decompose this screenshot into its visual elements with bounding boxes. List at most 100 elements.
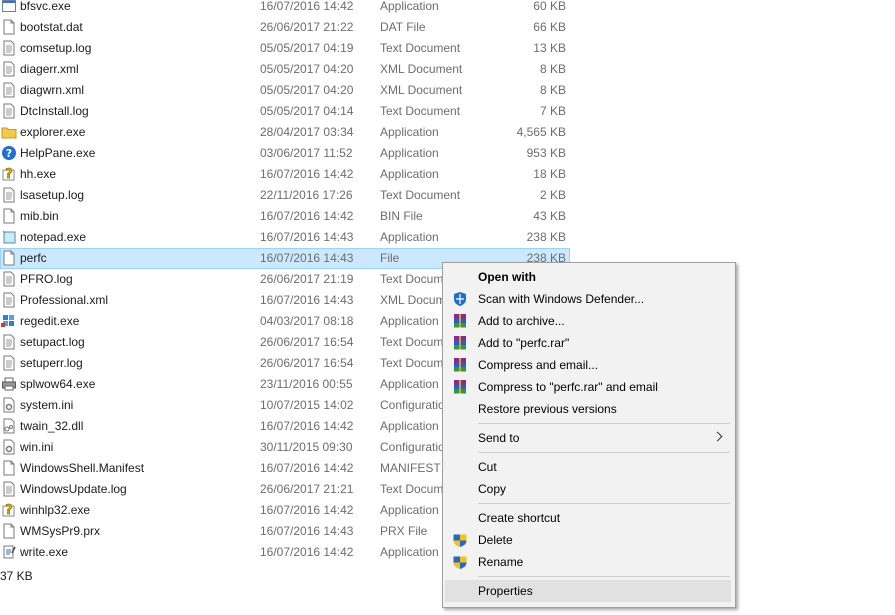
menu-separator (478, 423, 730, 424)
file-row[interactable]: ? HelpPane.exe 03/06/2017 11:52 Application… (0, 143, 570, 164)
winrar-icon (452, 335, 468, 351)
regedit-icon (1, 313, 17, 329)
file-date: 03/06/2017 11:52 (260, 146, 353, 160)
file-date: 16/07/2016 14:42 (260, 0, 354, 13)
text-icon (1, 61, 17, 77)
file-date: 10/07/2015 14:02 (260, 398, 354, 412)
context-menu: Open with Scan with Windows Defender... Ad… (442, 262, 736, 608)
file-row[interactable]: bfsvc.exe 16/07/2016 14:42 Application 60 K… (0, 0, 570, 17)
status-size: 37 KB (0, 569, 33, 583)
file-date: 04/03/2017 08:18 (260, 314, 354, 328)
file-date: 26/06/2017 21:22 (260, 20, 354, 34)
file-name: twain_32.dll (20, 419, 84, 433)
file-size: 953 KB (526, 146, 566, 160)
file-row[interactable]: diagerr.xml 05/05/2017 04:20 XML Document 8… (0, 59, 570, 80)
menu-item-cut[interactable]: Cut (445, 456, 731, 478)
menu-item-restore-previous-versions[interactable]: Restore previous versions (445, 398, 731, 420)
menu-item-send-to[interactable]: Send to (445, 427, 731, 449)
file-name: notepad.exe (20, 230, 87, 244)
menu-item-create-shortcut[interactable]: Create shortcut (445, 507, 731, 529)
menu-item-open-with[interactable]: Open with (445, 266, 731, 288)
file-name: win.ini (20, 440, 54, 454)
file-name: bfsvc.exe (20, 0, 71, 13)
file-row[interactable]: DtcInstall.log 05/05/2017 04:14 Text Docum… (0, 101, 570, 122)
menu-item-label: Rename (478, 555, 524, 569)
file-size: 13 KB (533, 41, 566, 55)
file-date: 16/07/2016 14:43 (260, 524, 354, 538)
text-icon (1, 334, 17, 350)
file-row[interactable]: mib.bin 16/07/2016 14:42 BIN File 43 KB (0, 206, 570, 227)
menu-item-label: Compress to "perfc.rar" and email (478, 380, 658, 394)
file-name: diagwrn.xml (20, 83, 85, 97)
folder-icon (1, 124, 17, 140)
file-name: comsetup.log (20, 41, 92, 55)
file-date: 28/04/2017 03:34 (260, 125, 354, 139)
file-name: winhlp32.exe (20, 503, 91, 517)
menu-separator (478, 452, 730, 453)
file-icon (1, 460, 17, 476)
menu-item-label: Open with (478, 270, 536, 284)
file-date: 26/06/2017 21:21 (260, 482, 354, 496)
text-icon (1, 40, 17, 56)
file-date: 16/07/2016 14:43 (260, 251, 354, 265)
file-date: 05/05/2017 04:20 (260, 83, 354, 97)
dll-icon (1, 418, 17, 434)
menu-item-compress-to-perfc-rar-and-email[interactable]: Compress to "perfc.rar" and email (445, 376, 731, 398)
file-name: hh.exe (20, 167, 57, 181)
shield-icon (452, 554, 468, 570)
menu-item-label: Copy (478, 482, 507, 496)
file-row[interactable]: ? hh.exe 16/07/2016 14:42 Application 18 KB (0, 164, 570, 185)
menu-separator (478, 576, 730, 577)
file-date: 30/11/2015 09:30 (260, 440, 353, 454)
file-row[interactable]: comsetup.log 05/05/2017 04:19 Text Documen… (0, 38, 570, 59)
file-row[interactable]: notepad.exe 16/07/2016 14:43 Application 23… (0, 227, 570, 248)
file-date: 16/07/2016 14:42 (260, 461, 354, 475)
menu-item-add-to-perfc-rar[interactable]: Add to "perfc.rar" (445, 332, 731, 354)
menu-item-label: Add to "perfc.rar" (478, 336, 570, 350)
file-name: setupact.log (20, 335, 85, 349)
file-date: 16/07/2016 14:43 (260, 230, 354, 244)
menu-item-delete[interactable]: Delete (445, 529, 731, 551)
file-name: lsasetup.log (20, 188, 85, 202)
menu-item-label: Create shortcut (478, 511, 561, 525)
text-icon (1, 355, 17, 371)
file-name: mib.bin (20, 209, 59, 223)
file-icon (1, 208, 17, 224)
file-row[interactable]: explorer.exe 28/04/2017 03:34 Application 4… (0, 122, 570, 143)
menu-item-compress-and-email[interactable]: Compress and email... (445, 354, 731, 376)
file-name: WindowsShell.Manifest (20, 461, 145, 475)
file-date: 26/06/2017 21:19 (260, 272, 354, 286)
file-date: 16/07/2016 14:42 (260, 167, 354, 181)
file-date: 05/05/2017 04:19 (260, 41, 354, 55)
file-row[interactable]: diagwrn.xml 05/05/2017 04:20 XML Document 8… (0, 80, 570, 101)
text-icon (1, 292, 17, 308)
file-row[interactable]: lsasetup.log 22/11/2016 17:26 Text Documen… (0, 185, 570, 206)
svg-text:?: ? (6, 147, 12, 160)
shield-icon (452, 532, 468, 548)
text-icon (1, 82, 17, 98)
file-size: 238 KB (526, 230, 566, 244)
file-size: 66 KB (533, 20, 566, 34)
menu-item-properties[interactable]: Properties (445, 580, 731, 602)
file-size: 7 KB (539, 104, 566, 118)
menu-item-scan-with-windows-defender[interactable]: Scan with Windows Defender... (445, 288, 731, 310)
file-date: 26/06/2017 16:54 (260, 356, 354, 370)
file-name: setuperr.log (20, 356, 83, 370)
file-size: 8 KB (539, 62, 566, 76)
menu-item-add-to-archive[interactable]: Add to archive... (445, 310, 731, 332)
menu-item-label: Compress and email... (478, 358, 599, 372)
menu-item-rename[interactable]: Rename (445, 551, 731, 573)
windows-defender-icon (452, 291, 468, 307)
file-date: 26/06/2017 16:54 (260, 335, 354, 349)
file-date: 05/05/2017 04:14 (260, 104, 354, 118)
text-icon (1, 271, 17, 287)
file-name: write.exe (20, 545, 69, 559)
file-row[interactable]: bootstat.dat 26/06/2017 21:22 DAT File 66 K… (0, 17, 570, 38)
file-name: explorer.exe (20, 125, 86, 139)
chevron-right-icon (712, 431, 723, 442)
file-size: 8 KB (539, 83, 566, 97)
menu-item-copy[interactable]: Copy (445, 478, 731, 500)
svg-text:?: ? (5, 167, 13, 182)
config-icon (1, 439, 17, 455)
text-icon (1, 187, 17, 203)
